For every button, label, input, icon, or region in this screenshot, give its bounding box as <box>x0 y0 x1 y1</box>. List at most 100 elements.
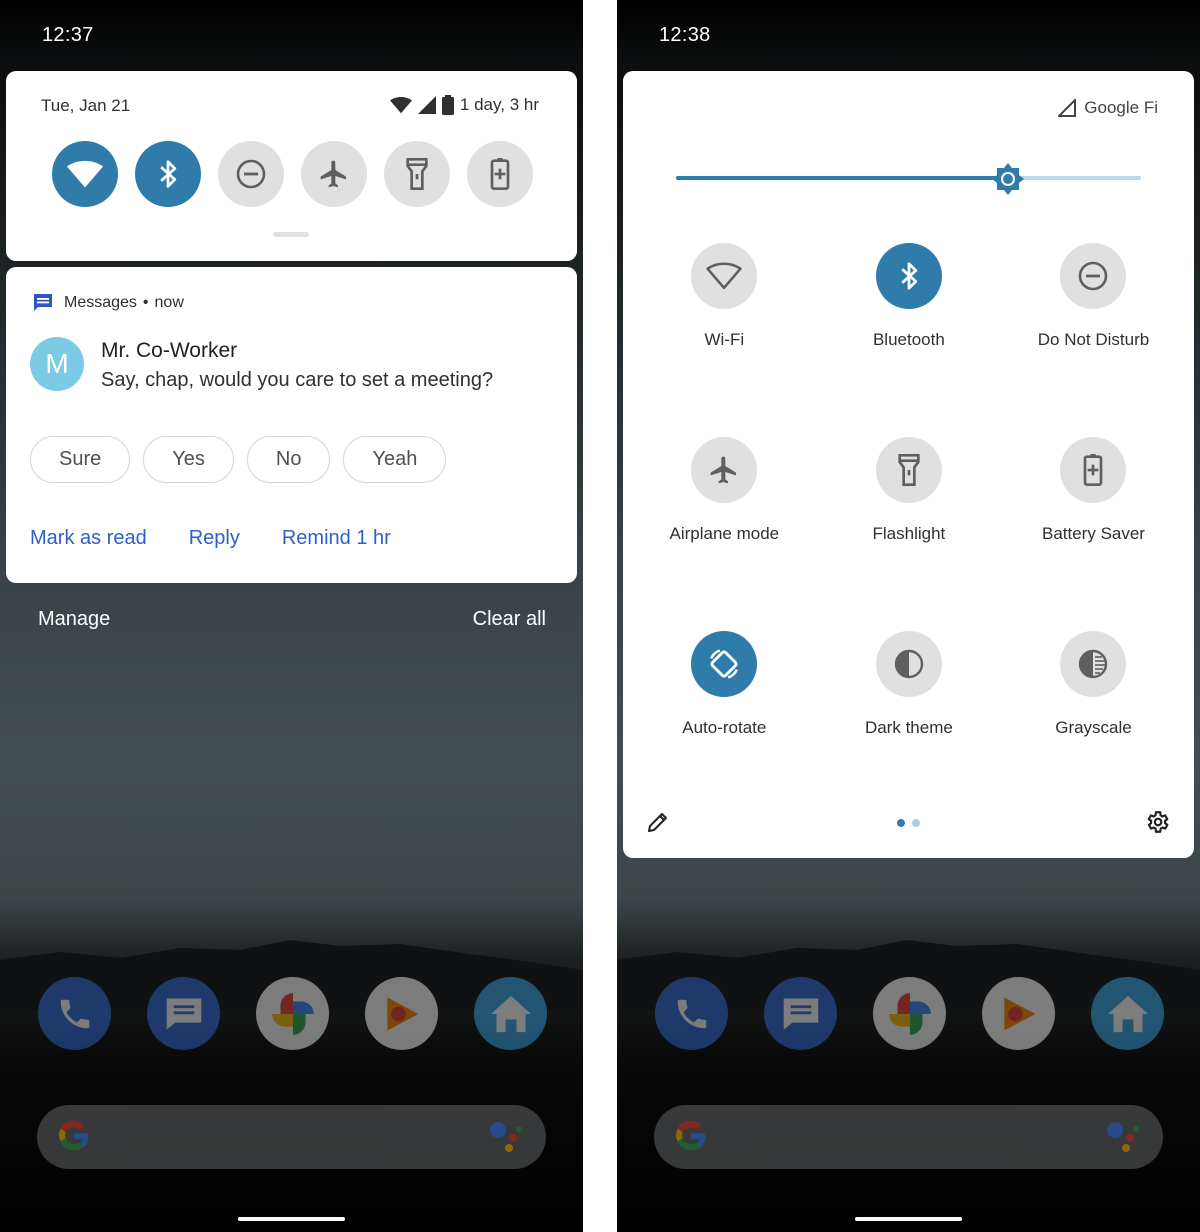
flashlight-icon <box>406 158 428 190</box>
smart-reply-chip[interactable]: Yes <box>143 436 234 483</box>
flashlight-icon <box>898 454 920 486</box>
battery-remaining: 1 day, 3 hr <box>459 95 539 114</box>
page-indicator <box>897 819 920 827</box>
smart-reply-chip[interactable]: Yeah <box>343 436 447 483</box>
tile-wifi[interactable]: Wi-Fi <box>632 243 817 437</box>
carrier-name: Google Fi <box>1084 98 1158 117</box>
mark-as-read-button[interactable]: Mark as read <box>30 527 147 550</box>
gesture-home-bar[interactable] <box>238 1217 345 1221</box>
app-dock <box>38 977 547 1050</box>
tile-battery-saver[interactable]: Battery Saver <box>1001 437 1186 631</box>
carrier-status: Google Fi <box>1058 98 1158 118</box>
notification-separator: • <box>142 294 149 311</box>
phone-app-icon <box>38 977 111 1050</box>
tile-auto-rotate[interactable]: Auto-rotate <box>632 631 817 825</box>
notification-time: now <box>154 294 184 311</box>
battery-saver-icon <box>490 158 510 190</box>
quick-settings-panel: Tue, Jan 21 1 day, 3 hr <box>6 71 577 261</box>
cell-signal-icon <box>1058 99 1077 117</box>
tile-flashlight[interactable] <box>384 141 450 207</box>
play-music-app-icon <box>365 977 438 1050</box>
tile-dark-circle <box>875 631 942 697</box>
tile-battery-saver[interactable] <box>467 141 533 207</box>
google-search-bar[interactable] <box>654 1105 1163 1169</box>
tile-bluetooth-circle <box>875 243 942 309</box>
tile-battery-circle <box>1060 437 1127 503</box>
phone-app-icon <box>655 977 728 1050</box>
page-dot <box>912 819 920 827</box>
clear-all-button[interactable]: Clear all <box>473 608 546 631</box>
brightness-fill <box>676 176 1009 180</box>
grayscale-icon <box>1079 649 1108 679</box>
avatar: M <box>30 337 84 391</box>
tile-label: Grayscale <box>1055 718 1132 737</box>
date-label: Tue, Jan 21 <box>41 96 131 115</box>
tile-label: Bluetooth <box>872 330 945 349</box>
airplane-icon <box>320 160 346 188</box>
tile-grayscale[interactable]: Grayscale <box>1001 631 1186 825</box>
auto-rotate-icon <box>710 649 739 679</box>
settings-gear-icon[interactable] <box>1144 809 1170 835</box>
tile-airplane[interactable]: Airplane mode <box>632 437 817 631</box>
battery-icon <box>441 95 454 115</box>
wifi-icon <box>706 262 743 290</box>
tile-label: Auto-rotate <box>682 718 767 737</box>
notification-app-name: Messages <box>64 294 137 311</box>
tile-flashlight[interactable]: Flashlight <box>817 437 1002 631</box>
remind-button[interactable]: Remind 1 hr <box>282 527 391 550</box>
cell-signal-icon <box>417 96 436 114</box>
expand-handle[interactable] <box>273 232 309 237</box>
notification-sender: Mr. Co-Worker <box>101 339 238 362</box>
tile-grayscale-circle <box>1060 631 1127 697</box>
left-screen: 12:37 Tue, Jan 21 1 day, 3 hr Messages •… <box>0 0 583 1232</box>
tile-label: Wi-Fi <box>704 330 745 349</box>
do-not-disturb-icon <box>236 159 266 189</box>
assistant-icon <box>1107 1122 1139 1152</box>
smart-replies: Sure Yes No Yeah <box>30 436 447 483</box>
manage-button[interactable]: Manage <box>38 608 110 631</box>
dark-theme-icon <box>894 649 924 679</box>
smart-reply-chip[interactable]: Sure <box>30 436 131 483</box>
quick-tiles-row <box>52 141 533 207</box>
page-dot-active <box>897 819 905 827</box>
status-bar-time: 12:38 <box>659 24 711 46</box>
brightness-thumb-icon[interactable] <box>992 163 1025 195</box>
message-notification[interactable]: Messages • now M Mr. Co-Worker Say, chap… <box>6 267 577 583</box>
status-bar-time: 12:37 <box>42 24 94 46</box>
tile-bluetooth[interactable]: Bluetooth <box>817 243 1002 437</box>
tile-label: Flashlight <box>872 524 946 543</box>
tile-rotate-circle <box>691 631 758 697</box>
smart-reply-chip[interactable]: No <box>246 436 331 483</box>
messages-app-icon <box>764 977 837 1050</box>
messages-app-icon <box>147 977 220 1050</box>
do-not-disturb-icon <box>1079 261 1108 291</box>
tile-bluetooth[interactable] <box>135 141 201 207</box>
photos-app-icon <box>256 977 329 1050</box>
play-music-app-icon <box>982 977 1055 1050</box>
notification-header: Messages • now <box>32 293 184 313</box>
brightness-slider[interactable] <box>676 163 1141 195</box>
tile-do-not-disturb[interactable] <box>218 141 284 207</box>
google-logo-icon <box>59 1120 89 1151</box>
tile-flashlight-circle <box>875 437 942 503</box>
tile-label: Airplane mode <box>669 524 780 543</box>
tile-wifi[interactable] <box>52 141 118 207</box>
quick-settings-grid: Wi-Fi Bluetooth Do Not Disturb Airplane … <box>632 243 1186 825</box>
gesture-home-bar[interactable] <box>855 1217 962 1221</box>
reply-button[interactable]: Reply <box>189 527 240 550</box>
messages-app-icon <box>34 294 52 311</box>
tile-do-not-disturb[interactable]: Do Not Disturb <box>1001 243 1186 437</box>
right-screen: 12:38 Google Fi Wi-Fi Bluetooth Do Not D… <box>617 0 1200 1232</box>
app-dock <box>655 977 1164 1050</box>
tile-label: Do Not Disturb <box>1037 330 1150 349</box>
bluetooth-icon <box>160 160 177 188</box>
tile-wifi-circle <box>691 243 758 309</box>
photos-app-icon <box>873 977 946 1050</box>
notification-actions: Mark as read Reply Remind 1 hr <box>30 527 391 550</box>
status-icons: 1 day, 3 hr <box>389 95 539 115</box>
tile-label: Dark theme <box>864 718 953 737</box>
tile-airplane[interactable] <box>301 141 367 207</box>
tile-dark-theme[interactable]: Dark theme <box>817 631 1002 825</box>
google-search-bar[interactable] <box>37 1105 546 1169</box>
edit-pencil-icon[interactable] <box>646 810 670 834</box>
